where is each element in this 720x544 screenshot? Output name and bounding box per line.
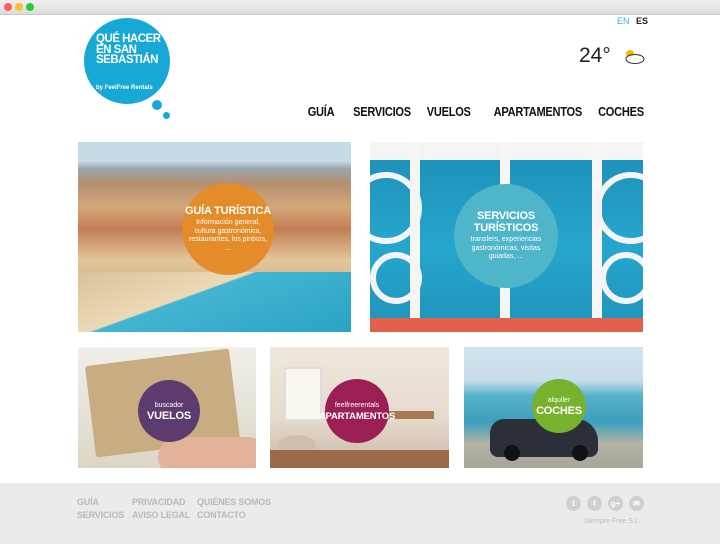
footer-col-3: QUIÉNES SOMOS CONTACTO	[197, 496, 271, 522]
footer-col-2: PRIVACIDAD AVISO LEGAL	[132, 496, 190, 522]
footer-link-privacidad[interactable]: PRIVACIDAD	[132, 496, 190, 509]
coches-pretitle: alquiler	[547, 396, 571, 404]
language-switcher: EN ES	[617, 16, 652, 26]
email-icon[interactable]: ✉	[629, 496, 644, 511]
servicios-circle: SERVICIOS TURÍSTICOS transfers, experien…	[454, 184, 558, 288]
twitter-icon[interactable]: t	[566, 496, 581, 511]
car-wheel	[504, 445, 520, 461]
footer-link-contacto[interactable]: CONTACTO	[197, 509, 271, 522]
lang-en-link[interactable]: EN	[617, 16, 630, 26]
footer-link-quienes-somos[interactable]: QUIÉNES SOMOS	[197, 496, 271, 509]
apartamentos-title: APARTAMENTOS	[318, 410, 396, 422]
footer-link-aviso-legal[interactable]: AVISO LEGAL	[132, 509, 190, 522]
logo-subtitle: by FeelFree Rentals	[96, 85, 153, 91]
tile-guia-turistica[interactable]: GUÍA TURÍSTICA Información general, cult…	[78, 142, 351, 332]
tile-apartamentos[interactable]: feelfreerentals APARTAMENTOS	[270, 347, 449, 468]
minimize-window-button[interactable]	[15, 3, 23, 11]
vuelos-circle: buscador VUELOS	[138, 380, 200, 442]
logo-bubble-dot	[152, 100, 162, 110]
railing-bar	[592, 142, 602, 332]
main-nav: GUÍA SERVICIOS VUELOS APARTAMENTOS COCHE…	[303, 104, 644, 119]
vuelos-pretitle: buscador	[154, 401, 184, 409]
nav-servicios[interactable]: SERVICIOS	[353, 104, 411, 119]
close-window-button[interactable]	[4, 3, 12, 11]
footer: GUÍA SERVICIOS PRIVACIDAD AVISO LEGAL QU…	[0, 483, 720, 544]
nav-guia[interactable]: GUÍA	[308, 104, 335, 119]
beach-photo	[78, 272, 351, 332]
nav-vuelos[interactable]: VUELOS	[426, 104, 470, 119]
servicios-title: SERVICIOS TURÍSTICOS	[473, 210, 539, 235]
weather-temperature: 24°	[579, 44, 611, 67]
railing-ring	[600, 252, 643, 304]
nav-coches[interactable]: COCHES	[598, 104, 644, 119]
social-links: t f g+ ✉	[566, 496, 644, 511]
railing-ring	[595, 172, 643, 244]
browser-titlebar	[0, 0, 720, 15]
footer-link-servicios[interactable]: SERVICIOS	[77, 509, 124, 522]
railing-ring	[370, 252, 422, 304]
tile-vuelos[interactable]: buscador VUELOS	[78, 347, 256, 468]
railing-bottom	[370, 318, 643, 332]
apartamentos-circle: feelfreerentals APARTAMENTOS	[319, 379, 395, 443]
apartamentos-pretitle: feelfreerentals	[334, 402, 380, 410]
footer-col-1: GUÍA SERVICIOS	[77, 496, 124, 522]
floor-photo	[270, 450, 449, 468]
servicios-description: transfers, experiencias gastronómicas, v…	[470, 236, 542, 261]
coches-title: COCHES	[536, 405, 582, 418]
logo[interactable]: QUÉ HACER EN SAN SEBASTIÁN by FeelFree R…	[84, 18, 170, 104]
railing-bar	[410, 142, 420, 332]
partly-cloudy-icon	[625, 50, 645, 64]
guia-title: GUÍA TURÍSTICA	[184, 205, 271, 217]
logo-bubble-dot-small	[163, 112, 170, 119]
tile-coches[interactable]: alquiler COCHES	[464, 347, 643, 468]
footer-link-guia[interactable]: GUÍA	[77, 496, 124, 509]
nav-apartamentos[interactable]: APARTAMENTOS	[494, 104, 583, 119]
guia-circle: GUÍA TURÍSTICA Información general, cult…	[182, 183, 274, 275]
logo-title: QUÉ HACER EN SAN SEBASTIÁN	[96, 33, 161, 66]
maximize-window-button[interactable]	[26, 3, 34, 11]
facebook-icon[interactable]: f	[587, 496, 602, 511]
company-name: Siempre Free S.L.	[584, 518, 641, 525]
window-photo	[284, 367, 322, 421]
vuelos-title: VUELOS	[146, 410, 192, 423]
car-wheel	[572, 445, 588, 461]
google-plus-icon[interactable]: g+	[608, 496, 623, 511]
guia-description: Información general, cultura gastronómic…	[189, 219, 267, 252]
lang-es-link[interactable]: ES	[636, 16, 648, 26]
coches-circle: alquiler COCHES	[532, 379, 586, 433]
tile-servicios-turisticos[interactable]: SERVICIOS TURÍSTICOS transfers, experien…	[370, 142, 643, 332]
